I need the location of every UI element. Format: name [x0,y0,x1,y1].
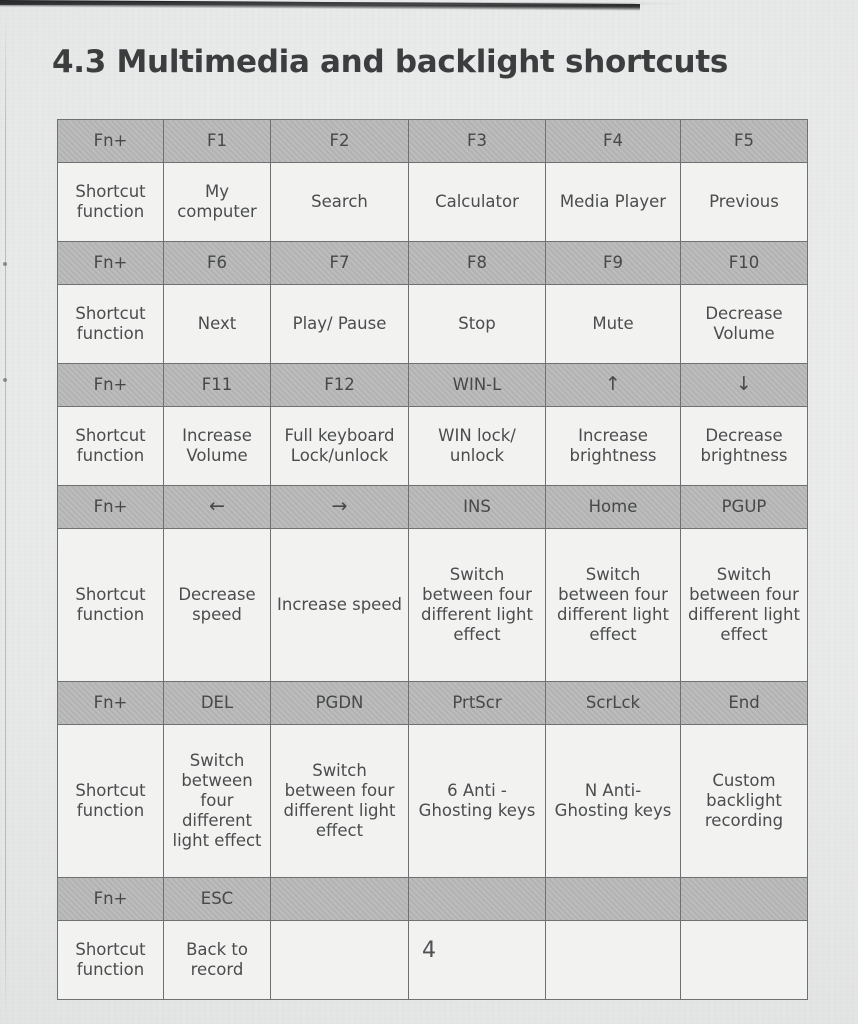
function-cell: Calculator [408,162,546,242]
function-cell: Shortcut function [57,724,164,878]
table-row-functions: Shortcut function Decrease speed Increas… [57,528,808,682]
arrow-right-glyph: → [331,494,348,517]
page-number: 4 [422,938,436,963]
key-cell: WIN-L [408,363,546,407]
function-cell: Media Player [545,162,681,242]
function-cell: Custom backlight recording [680,724,808,878]
key-cell: ESC [163,877,271,921]
empty-cell [680,877,808,921]
function-cell: Decrease speed [163,528,271,682]
function-cell: Shortcut function [57,406,164,486]
table-row-functions: Shortcut function Next Play/ Pause Stop … [57,284,808,364]
function-cell: Increase Volume [163,406,271,486]
key-cell: INS [408,485,546,529]
key-cell: Fn+ [57,363,164,407]
function-cell: Switch between four different light effe… [680,528,808,682]
function-cell: Decrease brightness [680,406,808,486]
key-cell: F10 [680,241,808,285]
shortcuts-table: Fn+ F1 F2 F3 F4 F5 Shortcut function My … [57,119,808,1000]
table-row-keys: Fn+ F1 F2 F3 F4 F5 [57,119,808,163]
key-cell: F2 [270,119,409,163]
page-title: 4.3 Multimedia and backlight shortcuts [52,44,728,80]
function-cell: Previous [680,162,808,242]
table-row-keys: Fn+ DEL PGDN PrtScr ScrLck End [57,681,808,725]
arrow-up-icon: ↑ [545,363,681,407]
key-cell: PGDN [270,681,409,725]
function-cell: Next [163,284,271,364]
function-cell: Decrease Volume [680,284,808,364]
key-cell: Fn+ [57,681,164,725]
function-cell: Search [270,162,409,242]
key-cell: Fn+ [57,119,164,163]
key-cell: F1 [163,119,271,163]
key-cell: F4 [545,119,681,163]
page-content: 4.3 Multimedia and backlight shortcuts F… [0,0,858,1024]
function-cell: Switch between four different light effe… [270,724,409,878]
function-cell: 6 Anti -Ghosting keys [408,724,546,878]
function-cell: Play/ Pause [270,284,409,364]
key-cell: F5 [680,119,808,163]
arrow-down-glyph: ↓ [736,372,752,395]
function-cell: Increase speed [270,528,409,682]
table-row-keys: Fn+ F6 F7 F8 F9 F10 [57,241,808,285]
table-row-keys: Fn+ ESC [57,877,808,921]
key-cell: F6 [163,241,271,285]
function-cell: Mute [545,284,681,364]
function-cell: Switch between four different light effe… [545,528,681,682]
function-cell: WIN lock/ unlock [408,406,546,486]
arrow-left-icon: ← [163,485,271,529]
key-cell: F3 [408,119,546,163]
key-cell: F12 [270,363,409,407]
table-row-keys: Fn+ ← → INS Home PGUP [57,485,808,529]
arrow-down-icon: ↓ [680,363,808,407]
key-cell: F9 [545,241,681,285]
function-cell: My computer [163,162,271,242]
key-cell: DEL [163,681,271,725]
key-cell: F11 [163,363,271,407]
function-cell: Switch between four different light effe… [163,724,271,878]
function-cell: Increase brightness [545,406,681,486]
table-row-functions: Shortcut function Increase Volume Full k… [57,406,808,486]
key-cell: PGUP [680,485,808,529]
function-cell: Shortcut function [57,528,164,682]
function-cell: Shortcut function [57,162,164,242]
key-cell: F7 [270,241,409,285]
table-row-functions: Shortcut function My computer Search Cal… [57,162,808,242]
table-row-functions: Shortcut function Switch between four di… [57,724,808,878]
empty-cell [545,877,681,921]
function-cell: Stop [408,284,546,364]
function-cell: Switch between four different light effe… [408,528,546,682]
key-cell: End [680,681,808,725]
key-cell: Fn+ [57,485,164,529]
key-cell: Fn+ [57,241,164,285]
function-cell: Full keyboard Lock/unlock [270,406,409,486]
key-cell: PrtScr [408,681,546,725]
key-cell: Home [545,485,681,529]
empty-cell [270,877,409,921]
empty-cell [408,877,546,921]
table-row-keys: Fn+ F11 F12 WIN-L ↑ ↓ [57,363,808,407]
key-cell: Fn+ [57,877,164,921]
key-cell: F8 [408,241,546,285]
arrow-right-icon: → [270,485,409,529]
function-cell: N Anti- Ghosting keys [545,724,681,878]
arrow-left-glyph: ← [209,494,225,517]
function-cell: Shortcut function [57,284,164,364]
arrow-up-glyph: ↑ [605,372,621,395]
key-cell: ScrLck [545,681,681,725]
